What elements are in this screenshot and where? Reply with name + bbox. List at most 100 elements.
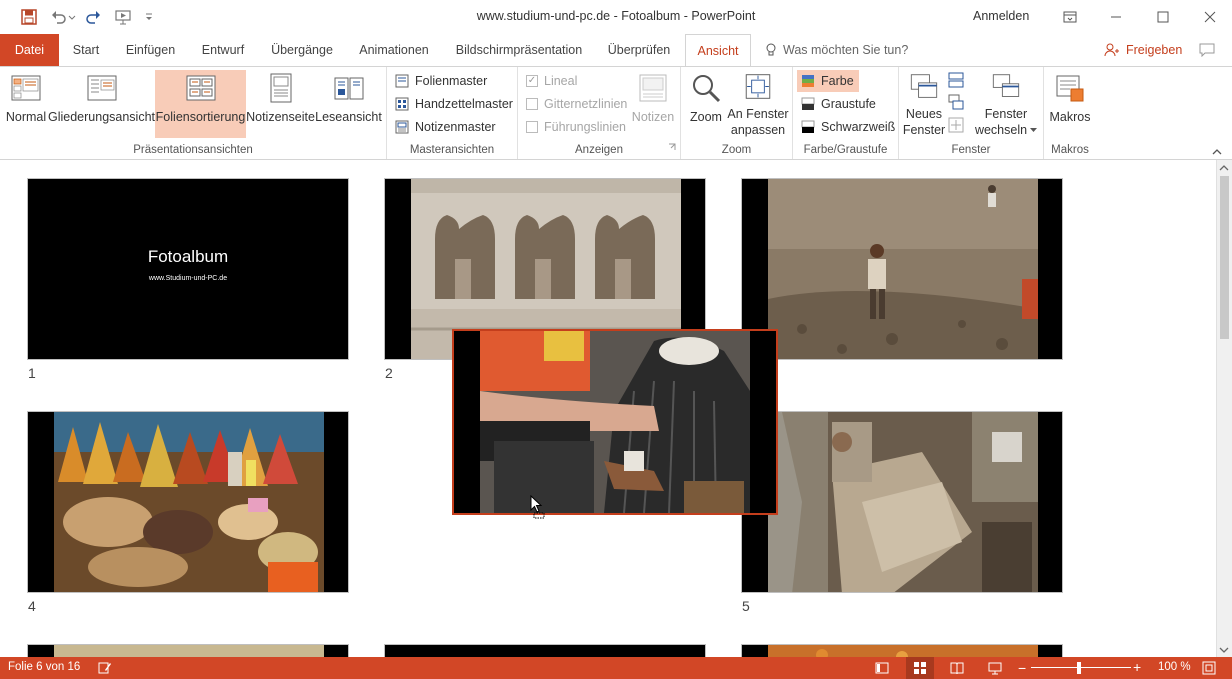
share-label: Freigeben xyxy=(1126,43,1183,57)
macros-icon xyxy=(1056,75,1084,102)
window-title: www.studium-und-pc.de - Fotoalbum - Powe… xyxy=(476,9,756,23)
sign-in-link[interactable]: Anmelden xyxy=(973,9,1029,23)
slide-sorter-button[interactable]: Foliensortierung xyxy=(155,70,246,138)
new-window-button[interactable]: Neues Fenster xyxy=(903,70,945,138)
group-window: Neues Fenster Fenster wechseln Fenster xyxy=(899,67,1044,159)
minimize-icon[interactable] xyxy=(1105,6,1127,28)
normal-view-button[interactable]: Normal xyxy=(4,70,48,138)
lightbulb-icon xyxy=(766,43,776,56)
notes-page-button[interactable]: Notizenseite xyxy=(246,70,315,138)
group-presentation-views: Normal Gliederungsansicht Foliensortieru… xyxy=(0,67,387,159)
slide-number: 1 xyxy=(28,365,36,381)
notes-master-icon xyxy=(395,120,409,134)
group-label-presentation-views: Präsentationsansichten xyxy=(133,144,253,156)
comments-icon[interactable] xyxy=(1199,43,1215,60)
slide-thumbnail-1[interactable]: Fotoalbum www.Studium-und-PC.de xyxy=(27,178,349,360)
ribbon-display-options-icon[interactable] xyxy=(1059,6,1081,28)
handout-master-button[interactable]: Handzettelmaster xyxy=(395,94,513,114)
switch-windows-button[interactable]: Fenster wechseln xyxy=(971,70,1041,138)
vertical-scrollbar[interactable] xyxy=(1216,160,1232,657)
move-split-icon[interactable] xyxy=(948,117,964,136)
slide-number: 2 xyxy=(385,365,393,381)
zoom-in-icon[interactable]: + xyxy=(1133,660,1141,674)
save-icon[interactable] xyxy=(19,7,39,27)
fit-to-window-button[interactable]: An Fenster anpassen xyxy=(727,70,789,138)
slide-thumbnail-5[interactable] xyxy=(741,411,1063,593)
notes-master-button[interactable]: Notizenmaster xyxy=(395,117,496,137)
slide-thumbnail-4[interactable] xyxy=(27,411,349,593)
switch-windows-icon xyxy=(992,74,1020,97)
zoom-level[interactable]: 100 % xyxy=(1158,661,1191,673)
tab-review[interactable]: Überprüfen xyxy=(600,34,678,66)
tab-design[interactable]: Entwurf xyxy=(194,34,252,66)
group-zoom: Zoom An Fenster anpassen Zoom xyxy=(681,67,793,159)
scroll-down-icon[interactable] xyxy=(1219,644,1229,658)
tab-animations[interactable]: Animationen xyxy=(350,34,438,66)
group-master-views: Folienmaster Handzettelmaster Notizenmas… xyxy=(387,67,518,159)
arrange-all-icon[interactable] xyxy=(948,72,964,91)
scroll-thumb[interactable] xyxy=(1220,176,1229,339)
workshop-photo xyxy=(742,412,1062,592)
customize-qat-icon[interactable] xyxy=(141,7,157,27)
guides-checkbox[interactable]: Führungslinien xyxy=(526,117,626,137)
dragged-slide-thumbnail[interactable] xyxy=(452,329,778,515)
undo-dropdown-icon[interactable] xyxy=(67,7,77,27)
group-macros: Makros Makros xyxy=(1044,67,1096,159)
macros-button[interactable]: Makros xyxy=(1046,70,1094,138)
slide-thumbnail-7[interactable] xyxy=(27,644,349,657)
notes-button[interactable]: Notizen xyxy=(631,70,675,138)
zoom-out-icon[interactable]: − xyxy=(1018,661,1026,675)
group-label-show: Anzeigen xyxy=(575,144,623,156)
tab-view[interactable]: Ansicht xyxy=(685,34,751,67)
group-label-macros: Makros xyxy=(1051,144,1089,156)
close-icon[interactable] xyxy=(1199,6,1221,28)
notes-page-icon xyxy=(270,73,291,103)
reading-view-status-icon[interactable] xyxy=(950,661,964,678)
share-button[interactable]: Freigeben xyxy=(1104,43,1182,57)
tab-start[interactable]: Start xyxy=(62,34,110,66)
start-presentation-icon[interactable] xyxy=(113,7,133,27)
dropdown-arrow-icon xyxy=(1030,127,1038,132)
slide-sorter-status-icon[interactable] xyxy=(906,657,934,679)
slide-thumbnail-3[interactable] xyxy=(741,178,1063,360)
redo-icon[interactable] xyxy=(83,7,103,27)
color-button[interactable]: Farbe xyxy=(797,70,859,92)
shoe-shine-photo xyxy=(454,331,776,513)
black-white-button[interactable]: Schwarzweiß xyxy=(801,117,895,137)
slideshow-status-icon[interactable] xyxy=(988,661,1002,678)
tell-me-box[interactable]: Was möchten Sie tun? xyxy=(765,43,908,57)
maximize-icon[interactable] xyxy=(1152,6,1174,28)
tab-slideshow[interactable]: Bildschirmpräsentation xyxy=(449,34,589,66)
spices-market-photo xyxy=(28,412,348,592)
slide-sorter-area: Fotoalbum www.Studium-und-PC.de 1 2 4 5 xyxy=(0,160,1216,657)
fit-slide-icon[interactable] xyxy=(1202,661,1216,678)
zoom-slider-thumb[interactable] xyxy=(1077,662,1081,674)
notes-icon xyxy=(639,74,667,102)
zoom-button[interactable]: Zoom xyxy=(687,70,725,138)
slide-thumbnail-8[interactable] xyxy=(384,644,706,657)
collapse-ribbon-icon[interactable] xyxy=(1212,145,1222,159)
slide-title: Fotoalbum xyxy=(147,247,229,266)
normal-view-icon xyxy=(11,75,41,101)
ruler-checkbox[interactable]: ✓ Lineal xyxy=(526,71,577,91)
gridlines-checkbox[interactable]: Gitternetzlinien xyxy=(526,94,627,114)
grayscale-button[interactable]: Graustufe xyxy=(801,94,876,114)
undo-icon[interactable] xyxy=(49,7,69,27)
fit-to-window-icon xyxy=(745,74,771,99)
spelling-icon[interactable] xyxy=(98,661,112,678)
slide-master-button[interactable]: Folienmaster xyxy=(395,71,487,91)
zoom-slider[interactable] xyxy=(1031,667,1131,668)
scroll-up-icon[interactable] xyxy=(1219,162,1229,176)
slide-thumbnail-9[interactable] xyxy=(741,644,1063,657)
tab-insert[interactable]: Einfügen xyxy=(118,34,183,66)
tell-me-text: Was möchten Sie tun? xyxy=(783,43,909,57)
slide-number: 4 xyxy=(28,598,36,614)
slide-subtitle: www.Studium-und-PC.de xyxy=(148,275,228,282)
normal-view-status-icon[interactable] xyxy=(875,661,889,678)
cascade-icon[interactable] xyxy=(948,94,964,113)
slide-counter[interactable]: Folie 6 von 16 xyxy=(8,661,80,673)
tab-file[interactable]: Datei xyxy=(0,34,59,66)
tab-transitions[interactable]: Übergänge xyxy=(264,34,340,66)
outline-view-button[interactable]: Gliederungsansicht xyxy=(48,70,155,138)
reading-view-button[interactable]: Leseansicht xyxy=(315,70,382,138)
